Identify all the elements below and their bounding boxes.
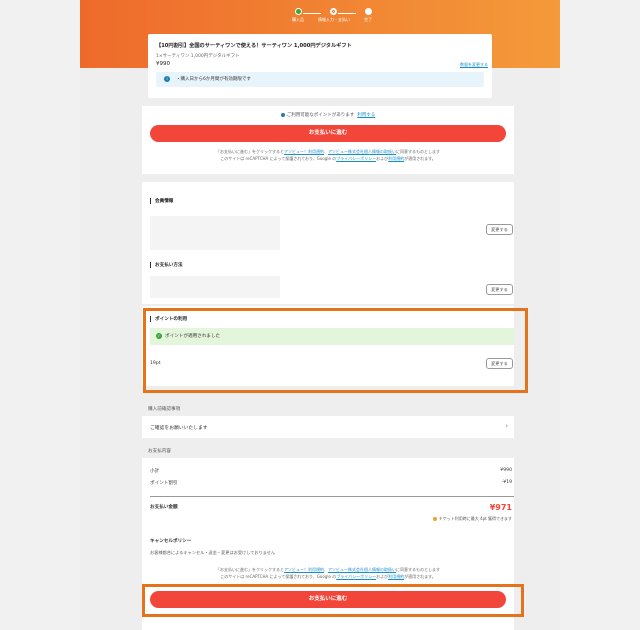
step-dot-icon: [364, 8, 372, 15]
point-coin-icon: [432, 517, 437, 521]
privacy-link[interactable]: アソビュー株式会社個人情報の取扱い: [328, 567, 396, 572]
checkout-frame: 購入品 情報入力・支払い 完了 【10円割引】全国のサーティワンで使える！サーテ…: [80, 0, 560, 630]
validity-notice: i ・購入日から6か月間が有効期限です: [156, 72, 484, 87]
legal-text-part: 「お支払いに進む」をクリックすると: [216, 149, 284, 154]
top-action-card: ご利用可能なポイントがあります 利用する お支払いに進む 「お支払いに進む」をクリ…: [142, 106, 514, 174]
legal-text-bottom: 「お支払いに進む」をクリックするとアソビュー！利用規約、アソビュー株式会社個人情…: [142, 566, 514, 580]
google-privacy-link[interactable]: プライバシーポリシー: [336, 156, 376, 161]
product-title: 【10円割引】全国のサーティワンで使える！サーティワン 1,000円デジタルギフ…: [156, 43, 352, 49]
earn-points-text: チケット利用時に最大 4pt 獲得できます: [438, 516, 512, 521]
progress-steps: 購入品 情報入力・支払い 完了: [280, 8, 390, 28]
payment-method-title: お支払い方法: [150, 262, 183, 268]
payment-method-box: [150, 276, 280, 298]
legal-text-part: に同意するものとします: [396, 567, 440, 572]
validity-text: ・購入日から6か月間が有効期限です: [176, 77, 251, 82]
legal-text-part: このサイトは reCAPTCHA によって保護されており、Google の: [220, 156, 337, 161]
total-label: お支払い金額: [150, 505, 178, 510]
info-dot-icon: [280, 112, 285, 117]
step-label: 情報入力・支払い: [318, 17, 350, 22]
chevron-right-icon: ›: [505, 422, 508, 430]
cancel-policy-text: お客様都合によるキャンセル・返金・変更はお受けしておりません: [150, 550, 276, 555]
highlight-frame-button: [142, 584, 524, 617]
summary-divider: [150, 496, 514, 497]
terms-link[interactable]: アソビュー！利用規約: [284, 567, 324, 572]
google-privacy-link[interactable]: プライバシーポリシー: [336, 574, 376, 579]
product-card: 【10円割引】全国のサーティワンで使える！サーティワン 1,000円デジタルギフ…: [148, 34, 492, 98]
total-value: ¥971: [489, 503, 512, 512]
legal-text-part: が適用されます。: [404, 156, 436, 161]
terms-link[interactable]: アソビュー！利用規約: [284, 149, 324, 154]
legal-text-part: に同意するものとします: [396, 149, 440, 154]
legal-text-part: 「お支払いに進む」をクリックすると: [216, 567, 284, 572]
legal-text: 「お支払いに進む」をクリックするとアソビュー！利用規約、アソビュー株式会社個人情…: [142, 148, 514, 162]
step-label: 購入品: [292, 17, 304, 22]
legal-text-part: および: [376, 156, 389, 161]
page-background: 購入品 情報入力・支払い 完了 【10円割引】全国のサーティワンで使える！サーテ…: [0, 0, 640, 630]
highlight-frame-points: [143, 308, 528, 393]
coupon-text: ご利用可能なポイントがあります: [286, 113, 355, 118]
earn-points-note: チケット利用時に最大 4pt 獲得できます: [432, 516, 512, 522]
change-member-button[interactable]: 変更する: [486, 224, 513, 235]
product-subtitle: 1×サーティワン 1,000円デジタルギフト: [156, 54, 240, 59]
step-2: 情報入力・支払い: [318, 8, 350, 23]
discount-label: ポイント割引: [150, 481, 178, 486]
confirm-row[interactable]: ご確認をお願いいたします ›: [142, 416, 514, 438]
check-icon: [294, 8, 302, 15]
confirm-section-title: 購入前確認事項: [148, 407, 181, 412]
product-price: ¥990: [156, 61, 170, 67]
use-points-link[interactable]: 利用する: [357, 113, 375, 118]
confirm-row-text: ご確認をお願いいたします: [150, 426, 208, 431]
discount-value: -¥19: [501, 480, 512, 485]
step-dot-icon: [329, 8, 337, 15]
legal-text-part: および: [376, 574, 389, 579]
google-terms-link[interactable]: 利用規約: [388, 574, 404, 579]
member-info-box: [150, 216, 280, 250]
legal-text-part: このサイトは reCAPTCHA によって保護されており、Google の: [220, 574, 337, 579]
member-info-card: 会員情報 変更する お支払い方法 変更する: [142, 182, 514, 304]
member-info-title: 会員情報: [150, 198, 173, 204]
payment-section-title: お支払内容: [148, 449, 171, 454]
legal-text-part: が適用されます。: [404, 574, 436, 579]
change-payment-button[interactable]: 変更する: [486, 284, 513, 295]
proceed-payment-button-top[interactable]: お支払いに進む: [150, 125, 506, 142]
step-1: 購入品: [283, 8, 313, 23]
step-3: 完了: [353, 8, 383, 23]
info-icon: i: [164, 76, 170, 82]
subtotal-label: 小計: [150, 469, 160, 474]
cancel-policy-title: キャンセルポリシー: [150, 539, 192, 544]
change-quantity-link[interactable]: 数量を変更する: [460, 62, 488, 68]
google-terms-link[interactable]: 利用規約: [388, 156, 404, 161]
step-label: 完了: [364, 17, 372, 22]
privacy-link[interactable]: アソビュー株式会社個人情報の取扱い: [328, 149, 396, 154]
coupon-line: ご利用可能なポイントがあります 利用する: [142, 112, 514, 118]
subtotal-value: ¥990: [500, 468, 512, 473]
